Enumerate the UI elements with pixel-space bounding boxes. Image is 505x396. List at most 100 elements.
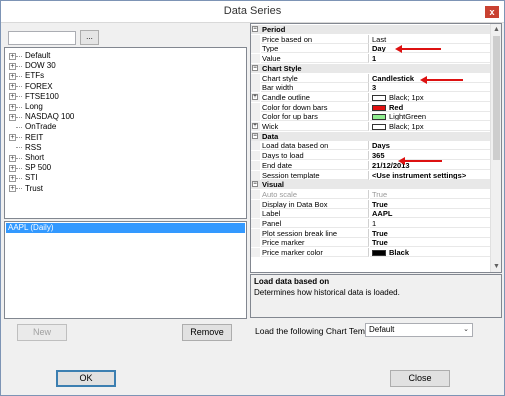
property-grid-scrollbar[interactable]: ▲ ▼ (490, 24, 501, 272)
grid-category[interactable]: − Visual (251, 180, 491, 190)
series-list-item-selected[interactable]: AAPL (Daily) (6, 223, 245, 233)
property-value-text: LightGreen (389, 112, 427, 122)
grid-property-row[interactable]: Chart style Candlestick (251, 73, 491, 83)
tree-connector (16, 106, 22, 108)
grid-property-row[interactable]: Label AAPL (251, 209, 491, 219)
property-value[interactable]: Black; 1px (370, 122, 491, 131)
grid-property-row[interactable]: End date 21/12/2013 (251, 160, 491, 170)
tree-item[interactable]: + Long (9, 102, 43, 112)
property-value[interactable]: 1 (370, 54, 491, 64)
expand-icon[interactable]: + (9, 113, 16, 121)
tree-item[interactable]: + NASDAQ 100 (9, 112, 74, 122)
expand-icon[interactable]: + (252, 123, 258, 129)
grid-property-row[interactable]: Auto scale True (251, 189, 491, 199)
leaf-spacer (9, 144, 16, 151)
grid-property-row[interactable]: Display in Data Box True (251, 199, 491, 209)
expand-icon[interactable]: + (9, 154, 16, 162)
property-value[interactable]: LightGreen (370, 112, 491, 122)
expand-icon[interactable]: + (252, 93, 258, 100)
property-value[interactable]: 21/12/2013 (370, 161, 491, 170)
grid-property-row[interactable]: Type Day (251, 44, 491, 54)
ok-button[interactable]: OK (56, 370, 116, 387)
tree-item[interactable]: + FOREX (9, 82, 53, 92)
tree-item[interactable]: + Trust (9, 184, 43, 194)
property-value[interactable]: Days (370, 141, 491, 151)
grid-property-row[interactable]: Load data based on Days (251, 141, 491, 151)
new-button[interactable]: New (17, 324, 67, 341)
expand-icon[interactable]: + (9, 83, 16, 91)
property-value[interactable]: Last (370, 35, 491, 44)
chart-template-select[interactable]: Default ⌄ (365, 323, 473, 337)
remove-button[interactable]: Remove (182, 324, 232, 341)
grid-property-row[interactable]: Price marker color Black (251, 248, 491, 258)
expand-icon[interactable]: + (9, 62, 16, 70)
row-gutter (251, 34, 260, 44)
stroke-swatch-icon (372, 124, 386, 130)
property-value[interactable]: Black (370, 248, 491, 258)
color-swatch-icon (372, 104, 386, 111)
property-name: Type (261, 44, 369, 54)
tree-item[interactable]: OnTrade (9, 122, 56, 132)
grid-property-row[interactable]: Session template <Use instrument settings… (251, 170, 491, 180)
tree-item[interactable]: + DOW 30 (9, 61, 56, 71)
collapse-icon[interactable]: − (252, 181, 258, 188)
property-value[interactable]: 1 (370, 219, 491, 228)
grid-category[interactable]: − Period (251, 25, 491, 34)
tree-item[interactable]: + Default (9, 51, 50, 61)
property-value[interactable]: Candlestick (370, 74, 491, 83)
tree-item[interactable]: + STI (9, 173, 37, 183)
grid-property-row[interactable]: Bar width 3 (251, 83, 491, 93)
tree-item[interactable]: + FTSE100 (9, 92, 59, 102)
property-value[interactable]: Black; 1px (370, 93, 491, 102)
close-icon[interactable]: x (485, 6, 499, 18)
scroll-up-icon[interactable]: ▲ (491, 24, 501, 35)
grid-property-row[interactable]: + Wick Black; 1px (251, 122, 491, 131)
grid-property-row[interactable]: Plot session break line True (251, 228, 491, 238)
tree-item[interactable]: + SP 500 (9, 163, 51, 173)
property-value[interactable]: AAPL (370, 209, 491, 219)
tree-item[interactable]: + REIT (9, 133, 43, 143)
grid-category[interactable]: − Data (251, 131, 491, 141)
row-gutter (251, 160, 260, 170)
property-value[interactable]: True (370, 200, 491, 209)
expand-icon[interactable]: + (9, 174, 16, 182)
property-value[interactable]: Red (370, 103, 491, 112)
expand-icon[interactable]: + (9, 164, 16, 172)
grid-category[interactable]: − Chart Style (251, 63, 491, 73)
grid-property-row[interactable]: Price based on Last (251, 34, 491, 44)
grid-property-row[interactable]: Color for up bars LightGreen (251, 112, 491, 122)
expand-icon[interactable]: + (9, 103, 16, 111)
grid-property-row[interactable]: Value 1 (251, 54, 491, 64)
category-label: Period (261, 25, 489, 34)
grid-property-row[interactable]: Panel 1 (251, 219, 491, 228)
tree-item[interactable]: + ETFs (9, 71, 44, 81)
property-value[interactable]: True (370, 238, 491, 248)
grid-property-row[interactable]: Price marker True (251, 238, 491, 248)
property-name: Load data based on (261, 141, 369, 151)
collapse-icon[interactable]: − (252, 26, 258, 32)
expand-icon[interactable]: + (9, 72, 16, 80)
grid-property-row[interactable]: + Candle outline Black; 1px (251, 92, 491, 102)
collapse-icon[interactable]: − (252, 132, 258, 139)
tree-item[interactable]: + Short (9, 153, 44, 163)
expand-icon[interactable]: + (9, 185, 16, 193)
expand-icon[interactable]: + (9, 93, 16, 101)
browse-button[interactable]: ... (80, 30, 99, 45)
collapse-icon[interactable]: − (252, 64, 258, 71)
window-title: Data Series (223, 5, 282, 17)
expand-icon[interactable]: + (9, 52, 16, 60)
property-value[interactable]: <Use instrument settings> (370, 171, 491, 180)
scroll-thumb[interactable] (493, 36, 500, 160)
category-label: Data (261, 132, 489, 141)
instrument-search-input[interactable] (8, 31, 76, 45)
property-value[interactable]: True (370, 229, 491, 238)
property-value[interactable]: 3 (370, 83, 491, 93)
property-value[interactable]: 365 (370, 151, 491, 161)
close-button[interactable]: Close (390, 370, 450, 387)
scroll-down-icon[interactable]: ▼ (491, 261, 501, 272)
grid-property-row[interactable]: Color for down bars Red (251, 102, 491, 112)
tree-item[interactable]: RSS (9, 143, 41, 153)
expand-icon[interactable]: + (9, 134, 16, 142)
property-value[interactable]: True (370, 190, 491, 199)
grid-property-row[interactable]: Days to load 365 (251, 151, 491, 161)
